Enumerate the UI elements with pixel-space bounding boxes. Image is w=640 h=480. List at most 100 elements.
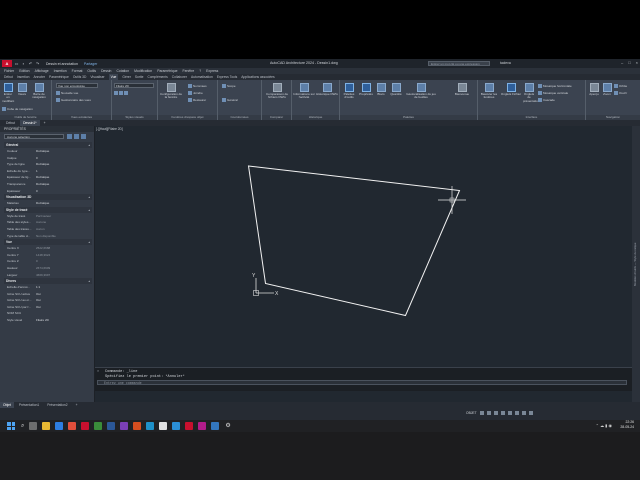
osnap-icon[interactable] [508, 411, 512, 415]
property-row[interactable]: Hauteur 2674,6909 [4, 265, 92, 272]
word-icon[interactable] [107, 422, 116, 430]
tile-horizontal-row[interactable]: Mosaïque horizontale [538, 84, 572, 88]
search-icon[interactable]: ⌕ [21, 422, 24, 430]
save-icon[interactable]: ▪ [21, 61, 26, 66]
open-icon[interactable]: ▭ [14, 61, 19, 66]
zoom-button[interactable]: Zoom [601, 83, 613, 96]
cascade-row[interactable]: Cascade [538, 98, 555, 102]
maximize-icon[interactable]: □ [628, 60, 630, 65]
property-row[interactable]: Centre Z 0 [4, 258, 92, 265]
workspace-icon[interactable] [522, 411, 526, 415]
quantity-button[interactable]: Quantité [388, 83, 404, 96]
teams-icon[interactable] [120, 422, 129, 430]
selection-dropdown[interactable]: Aucune sélection [4, 134, 64, 139]
property-row[interactable]: Epaisseur 0 [4, 188, 92, 195]
photos-icon[interactable] [172, 422, 181, 430]
viewport-controls[interactable]: [-][Haut][Filaire 2D] [96, 127, 123, 131]
property-row[interactable]: Couleur DuCalque [4, 148, 92, 155]
property-row[interactable]: Icône SCU par f... Oui [4, 304, 92, 311]
open-row[interactable]: Ouvrir [614, 91, 627, 95]
autocad-2-icon[interactable] [185, 422, 194, 430]
welcome-button[interactable]: Bienvenue [450, 83, 474, 96]
scope-row[interactable]: Scope [222, 84, 236, 88]
dwg-history-button[interactable]: Historique DWG [316, 83, 338, 96]
store-icon[interactable] [211, 422, 220, 430]
property-row[interactable]: NOM SCU [4, 310, 92, 317]
activity-insights-button[interactable]: Informations sur l'activité [293, 83, 315, 100]
system-tray[interactable]: ⌃ ☁ ▮ ◉ [596, 423, 612, 428]
property-row[interactable]: Matériau DuCalque [4, 200, 92, 207]
pan-button[interactable]: Aperçu [587, 83, 601, 96]
property-row[interactable]: Echelle d'annot... 1:1 [4, 284, 92, 291]
property-section[interactable]: Vue [4, 239, 92, 246]
dwg-compare-button[interactable]: Comparaison de fichiers DWG [264, 83, 290, 100]
redo-icon[interactable]: ↷ [35, 61, 40, 66]
property-row[interactable]: Icône SCU au or... Oui [4, 297, 92, 304]
restore-row[interactable]: Restaurer [188, 98, 206, 102]
annotation-icon[interactable] [515, 411, 519, 415]
property-row[interactable]: Transparence DuCalque [4, 181, 92, 188]
property-section[interactable]: Divers [4, 278, 92, 285]
onenote-icon[interactable] [198, 422, 207, 430]
property-row[interactable]: Echelle du type... 1 [4, 168, 92, 175]
select-objects-icon[interactable] [74, 134, 79, 139]
property-section[interactable]: Visualisation 3D [4, 194, 92, 201]
undo-icon[interactable]: ↶ [28, 61, 33, 66]
search-input[interactable]: Entrez un mot clé ou une expression [428, 61, 490, 66]
cube-row[interactable]: Cube de navigation [2, 107, 33, 111]
property-row[interactable]: Style de tracé ParCouleur [4, 213, 92, 220]
orbit-row[interactable]: Orbite [614, 84, 627, 88]
property-section[interactable]: Général [4, 142, 92, 148]
share-button[interactable]: Partager [84, 62, 97, 66]
blocks-button[interactable]: Blocs [375, 83, 387, 96]
entrer-button[interactable]: Entrer en modifiant [2, 83, 14, 103]
property-row[interactable]: Type de table d... Non disponible [4, 233, 92, 240]
new-tab-icon[interactable]: + [42, 121, 48, 125]
world-row[interactable]: Général [222, 98, 238, 102]
file-tabs-button[interactable]: Onglets Fichier [500, 83, 522, 96]
new-view-row[interactable]: Nouvelle vue [56, 91, 78, 95]
visual-style-dropdown[interactable]: Filaire 2D [114, 83, 154, 88]
property-row[interactable]: Largeur 4669,3997 [4, 272, 92, 279]
close-icon[interactable]: × [97, 370, 99, 374]
property-row[interactable]: Calque 0 [4, 155, 92, 162]
snap-icon[interactable] [487, 411, 491, 415]
tool-palettes-button[interactable]: Palettes d'outils [341, 83, 357, 100]
windows-start-icon[interactable] [7, 422, 15, 430]
notepad-icon[interactable] [159, 422, 168, 430]
command-input[interactable]: Entrez une commande [97, 380, 627, 385]
property-row[interactable]: Centre X 2522,6688 [4, 245, 92, 252]
close-icon[interactable]: × [636, 60, 638, 65]
clock[interactable]: 22:26 28-05-24 [620, 420, 634, 430]
property-section[interactable]: Style de tracé [4, 206, 92, 213]
property-row[interactable]: Table des styles... Aucune [4, 219, 92, 226]
navbar-button[interactable]: Barre de navigation [30, 83, 48, 100]
polar-icon[interactable] [501, 411, 505, 415]
join-row[interactable]: Joindre [188, 91, 203, 95]
workspace-selector[interactable]: Dessin et annotation [46, 62, 78, 66]
chrome-icon[interactable] [68, 422, 77, 430]
edge-icon[interactable] [55, 422, 64, 430]
property-row[interactable]: Epaisseur de lig... DuCalque [4, 174, 92, 181]
property-row[interactable]: Icône SCU active Oui [4, 291, 92, 298]
user-account[interactable]: tacleva [500, 61, 511, 65]
grid-icon[interactable] [480, 411, 484, 415]
layout-tabs-button[interactable]: Onglets de présentation [523, 83, 540, 103]
minimize-icon[interactable]: – [621, 60, 623, 65]
powerpoint-icon[interactable] [133, 422, 142, 430]
collapsed-palette[interactable]: Modèles d'outils — Style du calque [632, 126, 640, 402]
app-logo[interactable]: A [2, 60, 12, 67]
model-space-indicator[interactable]: OBJET [466, 411, 477, 415]
quick-select-icon[interactable] [81, 134, 86, 139]
sheetset-button[interactable]: Géolocalisation du jeu de feuilles [406, 83, 436, 100]
property-row[interactable]: Table des traceu... Aucun [4, 226, 92, 233]
switch-windows-button[interactable]: Basculer les fenêtres [479, 83, 499, 100]
named-row[interactable]: Nommées [188, 84, 207, 88]
views-button[interactable]: Views [16, 83, 28, 96]
view-manager-row[interactable]: Gestionnaire des vues [56, 98, 91, 102]
property-row[interactable]: Type de ligne DuCalque [4, 161, 92, 168]
autocad-taskbar-icon[interactable] [81, 422, 90, 430]
task-view-icon[interactable] [29, 422, 38, 430]
toggle-pickadd-icon[interactable] [67, 134, 72, 139]
property-row[interactable]: Centre Y 1448,3924 [4, 252, 92, 259]
